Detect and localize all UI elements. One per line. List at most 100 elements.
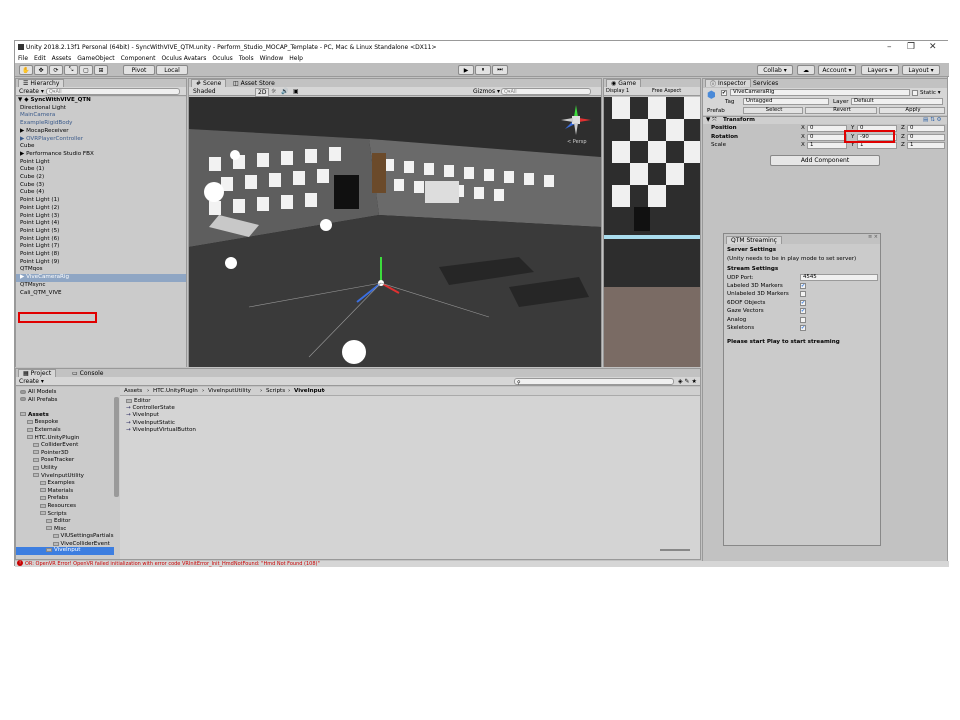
hierarchy-item[interactable]: MainCamera	[20, 112, 55, 120]
hierarchy-item[interactable]: Point Light (2)	[20, 205, 59, 213]
game-viewport[interactable]	[604, 97, 700, 367]
tab-project[interactable]: ▦ Project	[18, 369, 57, 377]
tree-item[interactable]: Prefabs	[39, 495, 68, 503]
tab-console[interactable]: ▭ Console	[68, 369, 108, 377]
scene-viewport[interactable]: < Persp	[189, 97, 601, 367]
hierarchy-create-button[interactable]: Create ▾	[19, 88, 44, 95]
play-button[interactable]: ▶	[458, 65, 474, 75]
project-create-button[interactable]: Create ▾	[19, 378, 44, 385]
menu-component[interactable]: Component	[121, 55, 156, 62]
prefab-revert-button[interactable]: Revert	[805, 107, 877, 114]
position-z-field[interactable]: 0	[907, 125, 945, 132]
menu-oculus[interactable]: Oculus	[212, 55, 232, 62]
2d-toggle[interactable]: 2D	[255, 88, 270, 97]
tree-item[interactable]: Assets	[20, 412, 49, 420]
tree-item[interactable]: HTC.UnityPlugin	[26, 435, 79, 443]
tree-item[interactable]: All Prefabs	[20, 397, 57, 405]
hierarchy-item[interactable]: Point Light	[20, 159, 50, 167]
pause-button[interactable]: ⏸	[475, 65, 491, 75]
scene-root[interactable]: ▼ ◆ SyncWithVIVE_QTN	[18, 97, 91, 105]
scene-orientation-gizmo[interactable]	[559, 103, 593, 137]
active-checkbox[interactable]: ✔	[721, 90, 727, 96]
scene-search-input[interactable]: Q▾All	[501, 88, 591, 95]
tree-item-viveinput-selected[interactable]: ViveInput	[46, 547, 81, 555]
menu-edit[interactable]: Edit	[34, 55, 46, 62]
tree-item[interactable]: Editor	[46, 518, 71, 526]
tab-services[interactable]: Services	[749, 79, 782, 87]
hierarchy-item[interactable]: Point Light (8)	[20, 251, 59, 259]
rect-tool-button[interactable]: ▢	[79, 65, 93, 75]
cloud-button[interactable]: ☁	[797, 65, 815, 75]
account-dropdown[interactable]: Account ▾	[818, 65, 856, 75]
tree-item[interactable]: PoseTracker	[33, 457, 74, 465]
tree-item[interactable]: Utility	[33, 465, 57, 473]
tag-dropdown[interactable]: Untagged	[743, 98, 829, 105]
menu-oculus-avatars[interactable]: Oculus Avatars	[161, 55, 206, 62]
tab-inspector[interactable]: ⓘ Inspector	[705, 79, 752, 88]
tree-item[interactable]: Scripts	[39, 511, 67, 519]
hierarchy-item[interactable]: Cube (1)	[20, 166, 44, 174]
effects-icon[interactable]: ▣	[293, 88, 299, 95]
tree-item[interactable]: ColliderEvent	[33, 442, 78, 450]
tab-scene[interactable]: # Scene	[191, 79, 227, 87]
hierarchy-item[interactable]: ▶ Performance Studio FBX	[20, 151, 94, 159]
add-component-button[interactable]: Add Component	[770, 155, 880, 166]
qtm-option-checkbox[interactable]	[800, 316, 806, 323]
local-toggle[interactable]: Local	[156, 65, 188, 75]
hierarchy-item[interactable]: ▶ ViveCameraRig	[16, 274, 186, 282]
hierarchy-item[interactable]: Cali_QTM_VIVE	[20, 290, 62, 298]
breadcrumb-scripts[interactable]: Scripts	[266, 388, 285, 394]
rotation-z-field[interactable]: 0	[907, 133, 945, 141]
window-menu-icon[interactable]: ≡ ×	[868, 234, 878, 240]
project-search-input[interactable]: ⚲	[514, 378, 674, 386]
rotate-tool-button[interactable]: ⟳	[49, 65, 63, 75]
menu-assets[interactable]: Assets	[52, 55, 72, 62]
static-checkbox[interactable]	[912, 90, 918, 96]
component-settings-icon[interactable]: ▤ ⇅ ⚙	[923, 117, 942, 123]
perspective-label[interactable]: < Persp	[567, 139, 587, 145]
gizmos-dropdown[interactable]: Gizmos ▾	[473, 88, 500, 95]
udp-port-field[interactable]: 4545	[800, 274, 878, 281]
close-button[interactable]: ✕	[929, 42, 937, 52]
qtm-option-checkbox[interactable]: ✔	[800, 283, 806, 289]
layout-dropdown[interactable]: Layout ▾	[902, 65, 940, 75]
tab-qtm-streaming[interactable]: QTM Streaminç	[726, 236, 782, 244]
filter-icons[interactable]: ◈ ✎ ★	[678, 378, 697, 385]
hierarchy-item[interactable]: Point Light (4)	[20, 220, 59, 228]
transform-tool-button[interactable]: ⊞	[94, 65, 108, 75]
menu-gameobject[interactable]: GameObject	[77, 55, 114, 62]
display-dropdown[interactable]: Display 1	[606, 88, 629, 94]
hierarchy-item[interactable]: Point Light (1)	[20, 197, 59, 205]
step-button[interactable]: ⏭	[492, 65, 508, 75]
prefab-apply-button[interactable]: Apply	[879, 107, 945, 114]
tree-item[interactable]: Misc	[46, 526, 66, 534]
hierarchy-item[interactable]: Cube (3)	[20, 182, 44, 190]
hierarchy-item[interactable]: Cube (4)	[20, 189, 44, 197]
zoom-slider[interactable]	[660, 549, 690, 551]
aspect-dropdown[interactable]: Free Aspect	[652, 88, 681, 94]
file-item[interactable]: → ViveInputVirtualButton	[126, 427, 196, 435]
hand-tool-button[interactable]: ✋	[19, 65, 33, 75]
scale-y-field[interactable]: 1	[857, 142, 897, 149]
move-tool-button[interactable]: ✥	[34, 65, 48, 75]
hierarchy-item[interactable]: Directional Light	[20, 105, 66, 113]
hierarchy-item[interactable]: ▶ OVRPlayerController	[20, 136, 83, 144]
layers-dropdown[interactable]: Layers ▾	[861, 65, 899, 75]
qtm-option-checkbox[interactable]: ✔	[800, 325, 806, 331]
tree-item[interactable]: Materials	[39, 488, 73, 496]
menu-file[interactable]: File	[18, 55, 28, 62]
tab-hierarchy[interactable]: ☰ Hierarchy	[18, 79, 65, 87]
tree-item[interactable]: Examples	[39, 480, 75, 488]
hierarchy-item[interactable]: ▶ MocapReceiver	[20, 128, 69, 136]
hierarchy-item[interactable]: Cube (2)	[20, 174, 44, 182]
scale-x-field[interactable]: 1	[807, 142, 847, 149]
rotation-x-field[interactable]: 0	[807, 133, 847, 141]
tree-scrollbar[interactable]	[114, 397, 119, 497]
light-icon[interactable]: ☼	[271, 88, 276, 95]
pivot-toggle[interactable]: Pivot	[123, 65, 155, 75]
hierarchy-search-input[interactable]: Q▾All	[46, 88, 180, 95]
hierarchy-item[interactable]: Point Light (7)	[20, 243, 59, 251]
hierarchy-item[interactable]: Point Light (6)	[20, 236, 59, 244]
hierarchy-item[interactable]: QTMqos	[20, 266, 43, 274]
hierarchy-item[interactable]: ExampleRigidBody	[20, 120, 73, 128]
